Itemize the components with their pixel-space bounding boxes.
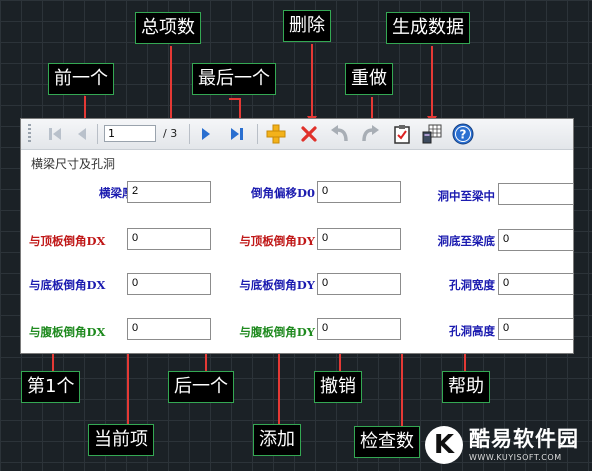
hole-width-input[interactable]: 0 — [498, 273, 574, 295]
leader-generate — [431, 46, 433, 120]
toolbar-grip[interactable] — [28, 124, 31, 144]
svg-text:?: ? — [460, 128, 467, 142]
web-chamfer-dx-input[interactable]: 0 — [127, 318, 211, 340]
callout-delete: 删除 — [283, 10, 331, 42]
top-chamfer-dy-input[interactable]: 0 — [317, 228, 401, 250]
callout-total-items: 总项数 — [135, 12, 201, 44]
redo-button[interactable] — [359, 124, 381, 144]
toolbar-separator — [97, 124, 98, 144]
redo-icon — [362, 125, 379, 142]
delete-button[interactable] — [298, 124, 320, 144]
callout-redo: 重做 — [345, 63, 393, 95]
callout-generate-data: 生成数据 — [386, 12, 470, 44]
toolbar: 1 / 3 ? — [21, 119, 573, 150]
hole-center-label: 洞中至梁中 — [437, 189, 496, 203]
hole-bottom-input[interactable]: 0 — [498, 229, 574, 251]
help-button[interactable]: ? — [451, 123, 475, 145]
web-chamfer-dy-input[interactable]: 0 — [317, 318, 401, 340]
undo-icon — [331, 125, 348, 142]
current-item-field[interactable]: 1 — [104, 125, 156, 142]
callout-check: 检查数 — [354, 426, 420, 458]
check-button[interactable] — [391, 124, 413, 144]
section-title: 横梁尺寸及孔洞 — [31, 157, 116, 171]
bottom-chamfer-dy-input[interactable]: 0 — [317, 273, 401, 295]
beam-thickness-input[interactable]: 2 — [127, 181, 211, 203]
last-icon — [231, 128, 243, 140]
next-button[interactable] — [197, 124, 215, 144]
toolbar-separator — [189, 124, 190, 144]
previous-button[interactable] — [73, 124, 91, 144]
first-icon — [49, 128, 61, 140]
hole-height-input[interactable]: 0 — [498, 318, 574, 340]
callout-undo: 撤销 — [314, 371, 362, 403]
help-icon: ? — [452, 123, 474, 145]
beam-editor-panel: 1 / 3 ? 横梁尺寸及孔洞 横梁厚度 2 倒角偏移D0 0 洞中至梁中 与顶… — [20, 118, 574, 354]
delete-icon — [301, 126, 317, 142]
bottom-chamfer-dx-label: 与底板倒角DX — [29, 278, 106, 292]
logo-badge-letter: K — [433, 430, 455, 460]
previous-icon — [78, 128, 86, 140]
generate-data-button[interactable] — [421, 124, 443, 144]
logo-badge: K — [425, 426, 463, 464]
callout-last: 最后一个 — [192, 63, 276, 95]
web-chamfer-dx-label: 与腹板倒角DX — [29, 325, 106, 339]
leader-delete — [311, 44, 313, 120]
watermark-logo: K 酷易软件园 WWW.KUYISOFT.COM — [425, 426, 579, 464]
undo-button[interactable] — [329, 124, 351, 144]
callout-previous: 前一个 — [48, 63, 114, 95]
top-chamfer-dx-label: 与顶板倒角DX — [29, 234, 106, 248]
leader-total — [170, 46, 172, 128]
top-chamfer-dx-input[interactable]: 0 — [127, 228, 211, 250]
last-button[interactable] — [227, 124, 249, 144]
hole-center-input[interactable] — [498, 183, 574, 205]
callout-next: 后一个 — [168, 371, 234, 403]
logo-name: 酷易软件园 — [469, 426, 579, 451]
hole-bottom-label: 洞底至梁底 — [437, 234, 496, 248]
hole-width-label: 孔洞宽度 — [449, 278, 495, 292]
web-chamfer-dy-label: 与腹板倒角DY — [239, 325, 315, 339]
top-chamfer-dy-label: 与顶板倒角DY — [239, 234, 315, 248]
hole-height-label: 孔洞高度 — [449, 324, 495, 338]
logo-text: 酷易软件园 WWW.KUYISOFT.COM — [469, 426, 579, 462]
callout-help: 帮助 — [442, 371, 490, 403]
callout-current: 当前项 — [88, 424, 154, 456]
callout-add: 添加 — [253, 424, 301, 456]
add-icon — [266, 124, 286, 144]
callout-first: 第1个 — [21, 371, 81, 403]
logo-url: WWW.KUYISOFT.COM — [469, 452, 562, 462]
next-icon — [202, 128, 210, 140]
add-button[interactable] — [265, 124, 287, 144]
generate-data-icon — [422, 124, 442, 144]
first-button[interactable] — [45, 124, 65, 144]
bottom-chamfer-dx-input[interactable]: 0 — [127, 273, 211, 295]
check-icon — [394, 125, 410, 144]
toolbar-separator — [257, 124, 258, 144]
chamfer-offset-d0-label: 倒角偏移D0 — [251, 186, 315, 200]
bottom-chamfer-dy-label: 与底板倒角DY — [239, 278, 315, 292]
total-items-label: / 3 — [163, 127, 178, 140]
chamfer-offset-d0-input[interactable]: 0 — [317, 181, 401, 203]
